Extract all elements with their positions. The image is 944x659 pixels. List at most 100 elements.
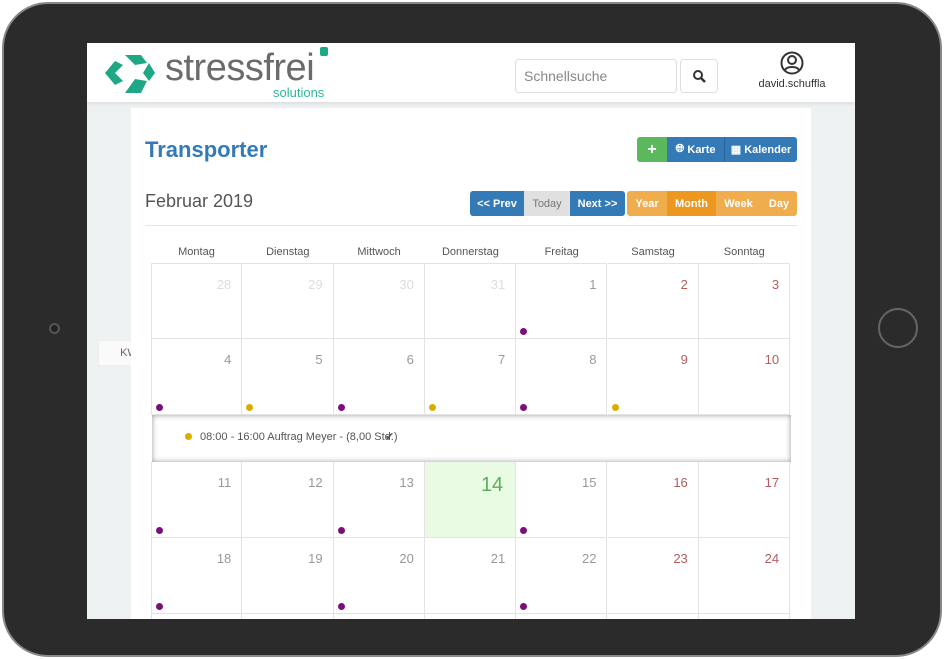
event-dot[interactable] bbox=[246, 404, 254, 411]
day-cell[interactable]: 2 bbox=[607, 263, 699, 339]
day-cell[interactable]: 3 bbox=[698, 263, 791, 339]
event-text[interactable]: 08:00 - 16:00 Auftrag Meyer - (8,00 Std.… bbox=[200, 431, 398, 443]
weekday-header: Mittwoch bbox=[357, 246, 401, 258]
day-cell[interactable]: 7 bbox=[424, 339, 517, 415]
next-button[interactable]: Next >> bbox=[570, 191, 625, 216]
day-cell[interactable] bbox=[151, 614, 243, 619]
weekday-header: Freitag bbox=[544, 246, 579, 258]
day-cell[interactable]: 20 bbox=[333, 538, 425, 614]
event-dot[interactable] bbox=[337, 527, 345, 534]
top-header: stressfrei solutions Schnellsuche david.… bbox=[87, 43, 855, 102]
brand-name: stressfrei bbox=[165, 47, 315, 89]
day-cell[interactable]: 19 bbox=[242, 538, 334, 614]
home-button[interactable] bbox=[878, 308, 918, 348]
view-month-button[interactable]: Month bbox=[667, 191, 716, 216]
event-dot[interactable] bbox=[337, 404, 345, 411]
prev-button[interactable]: << Prev bbox=[470, 191, 524, 216]
day-cell[interactable]: 21 bbox=[424, 538, 517, 614]
globe-icon: 🌐︎ bbox=[675, 143, 685, 155]
day-number: 4 bbox=[224, 352, 232, 367]
view-day-button[interactable]: Day bbox=[761, 191, 797, 216]
user-menu[interactable]: david.schuffla bbox=[747, 51, 837, 90]
day-cell[interactable]: 12 bbox=[242, 462, 334, 538]
month-label: Februar 2019 bbox=[145, 191, 254, 211]
today-button[interactable]: Today bbox=[524, 191, 570, 216]
map-label: Karte bbox=[687, 143, 716, 156]
day-number: 28 bbox=[216, 277, 232, 292]
day-number: 21 bbox=[490, 551, 506, 566]
day-cell[interactable] bbox=[698, 614, 791, 619]
event-dot[interactable] bbox=[520, 527, 528, 534]
day-cell[interactable]: 9 bbox=[607, 339, 699, 415]
day-number: 18 bbox=[216, 551, 232, 566]
camera-icon bbox=[49, 323, 60, 334]
event-dot[interactable] bbox=[520, 328, 528, 335]
day-number: 29 bbox=[308, 277, 323, 292]
day-number: 19 bbox=[308, 551, 323, 566]
weekday-header: Dienstag bbox=[266, 246, 310, 258]
day-cell[interactable]: 10 bbox=[698, 339, 791, 415]
day-number: 24 bbox=[764, 551, 780, 566]
check-icon: ✔ bbox=[385, 431, 395, 443]
day-cell[interactable]: 17 bbox=[698, 462, 791, 538]
event-dot[interactable] bbox=[156, 603, 163, 610]
event-dot[interactable] bbox=[611, 404, 619, 411]
add-button[interactable]: + bbox=[637, 137, 667, 162]
event-detail-panel: 08:00 - 16:00 Auftrag Meyer - (8,00 Std.… bbox=[152, 415, 791, 462]
map-button[interactable]: 🌐︎ Karte bbox=[667, 137, 724, 162]
day-cell[interactable]: 28 bbox=[151, 263, 243, 339]
day-cell[interactable]: 11 bbox=[151, 462, 243, 538]
search-button[interactable] bbox=[680, 59, 718, 93]
search-icon bbox=[693, 70, 706, 83]
day-cell[interactable]: 6 bbox=[333, 339, 425, 415]
weekday-header: Sonntag bbox=[723, 246, 765, 258]
view-week-button[interactable]: Week bbox=[716, 191, 761, 216]
calendar-label: Kalender bbox=[744, 143, 792, 156]
day-number: 22 bbox=[582, 551, 597, 566]
day-number: 7 bbox=[497, 352, 506, 367]
day-cell[interactable]: 15 bbox=[516, 462, 608, 538]
calendar-button[interactable]: ▦ Kalender bbox=[724, 137, 797, 162]
day-cell[interactable]: 24 bbox=[698, 538, 791, 614]
day-cell[interactable]: 14 bbox=[424, 462, 517, 538]
day-cell[interactable]: 18 bbox=[151, 538, 243, 614]
logo-dot-icon bbox=[320, 47, 328, 56]
event-dot[interactable] bbox=[520, 603, 528, 610]
view-year-button[interactable]: Year bbox=[627, 191, 667, 216]
day-cell[interactable]: 22 bbox=[516, 538, 608, 614]
day-cell[interactable] bbox=[242, 614, 334, 619]
event-dot[interactable] bbox=[520, 404, 528, 411]
weekday-header: Samstag bbox=[631, 246, 675, 258]
day-number: 20 bbox=[399, 551, 414, 566]
day-cell[interactable]: 1 bbox=[516, 263, 608, 339]
day-cell[interactable] bbox=[333, 614, 425, 619]
event-dot[interactable] bbox=[337, 603, 345, 610]
divider bbox=[145, 225, 797, 226]
day-number: 13 bbox=[399, 475, 414, 490]
day-cell[interactable]: 29 bbox=[242, 263, 334, 339]
day-number: 5 bbox=[315, 352, 323, 367]
event-dot[interactable] bbox=[156, 404, 163, 411]
day-cell[interactable]: 31 bbox=[424, 263, 517, 339]
day-cell[interactable]: 30 bbox=[333, 263, 425, 339]
event-dot[interactable] bbox=[428, 404, 436, 411]
day-number: 8 bbox=[589, 352, 597, 367]
user-icon bbox=[780, 51, 804, 75]
day-cell[interactable]: 16 bbox=[607, 462, 699, 538]
calendar-icon: ▦ bbox=[730, 144, 742, 156]
day-number: 15 bbox=[582, 475, 597, 490]
search-input[interactable]: Schnellsuche bbox=[515, 59, 677, 93]
content-card: Transporter + 🌐︎ Karte ▦ Kalender Februa… bbox=[131, 108, 811, 619]
day-number: 10 bbox=[764, 352, 780, 367]
day-cell[interactable] bbox=[607, 614, 699, 619]
day-cell[interactable] bbox=[516, 614, 608, 619]
event-dot[interactable] bbox=[156, 527, 163, 534]
day-cell[interactable] bbox=[424, 614, 517, 619]
day-cell[interactable]: 8 bbox=[516, 339, 608, 415]
day-cell[interactable]: 4 bbox=[151, 339, 243, 415]
day-cell[interactable]: 13 bbox=[333, 462, 425, 538]
day-cell[interactable]: 23 bbox=[607, 538, 699, 614]
day-cell[interactable]: 5 bbox=[242, 339, 334, 415]
username: david.schuffla bbox=[758, 78, 826, 90]
page-title: Transporter bbox=[145, 137, 268, 162]
